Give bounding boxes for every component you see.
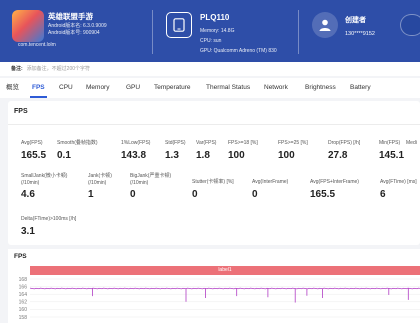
metric-avg-fps-interframe: Avg(FPS+InterFrame) 165.5	[310, 179, 359, 200]
metric-fps-ge-18: FPS>=18 [%] 100	[228, 140, 258, 161]
fps-chart-panel: FPS label1 168 166 164 162 160 158	[8, 249, 420, 323]
tab-gpu[interactable]: GPU	[126, 78, 140, 98]
tab-network[interactable]: Network	[264, 78, 288, 98]
tab-brightness[interactable]: Brightness	[305, 78, 336, 98]
tab-overview[interactable]: 概览	[6, 78, 19, 98]
android-version-code: Android版本号: 900904	[48, 30, 100, 36]
phone-icon	[166, 12, 192, 38]
label-bar[interactable]: label1	[30, 266, 420, 275]
metric-stutter: Stutter(卡顿率) [%] 0	[192, 179, 234, 200]
metric-smooth: Smooth(叠帧指数) 0.1	[57, 140, 98, 161]
metric-small-jank: SmallJank(微小卡顿) (/10min) 4.6	[21, 173, 68, 200]
device-cpu: CPU: sun	[200, 38, 222, 44]
panel-title: FPS	[14, 108, 28, 115]
metric-1pct-low: 1%Low(FPS) 143.8	[121, 140, 151, 161]
y-tick-label: 158	[19, 315, 28, 321]
game-app-icon	[12, 10, 44, 42]
metric-drop: Drop(FPS) [/h] 27.8	[328, 140, 361, 161]
tab-temperature[interactable]: Temperature	[154, 78, 191, 98]
metric-avg-ftime: Avg(FTime) [ms] 6	[380, 179, 417, 200]
device-memory: Memory: 14.8G	[200, 28, 235, 34]
fps-series-line	[29, 287, 420, 290]
tab-cpu[interactable]: CPU	[59, 78, 73, 98]
app-header: 英雄联盟手游 Android版本名: 6.3.0.9009 Android版本号…	[0, 0, 420, 62]
y-tick-label: 164	[19, 292, 28, 298]
y-tick-label: 168	[19, 277, 28, 283]
app-package: com.tencent.lolm	[18, 42, 56, 48]
metric-big-jank: BigJank(严重卡顿) (/10min) 0	[130, 173, 172, 200]
y-tick-label: 162	[19, 300, 28, 306]
header-divider	[298, 10, 299, 54]
header-action-button[interactable]	[400, 14, 420, 36]
metric-min: Min(FPS) 145.1	[379, 140, 405, 161]
metric-var: Var(FPS) 1.8	[196, 140, 217, 161]
metric-avg-fps: Avg(FPS) 165.5	[21, 140, 47, 161]
app-name: 英雄联盟手游	[48, 12, 93, 21]
user-phone: 130****9152	[345, 31, 375, 37]
y-tick-label: 166	[19, 284, 28, 290]
tab-memory[interactable]: Memory	[86, 78, 109, 98]
android-version-name: Android版本名: 6.3.0.9009	[48, 23, 107, 29]
metric-fps-ge-25: FPS>=25 [%] 100	[278, 140, 308, 161]
metric-median: Medi	[406, 140, 417, 146]
remark-label: 备注:	[11, 66, 23, 72]
user-avatar-icon	[312, 12, 338, 38]
device-name: PLQ110	[200, 13, 230, 22]
fps-line-chart[interactable]: 168166 164 162160 158	[8, 275, 420, 323]
user-role: 创建者	[345, 17, 366, 24]
panel-divider	[8, 124, 420, 125]
remark-bar[interactable]: 备注: 添加备注，不超过200个字符	[0, 62, 420, 76]
metric-std: Std(FPS) 1.3	[165, 140, 186, 161]
tab-fps[interactable]: FPS	[30, 78, 47, 98]
tab-battery[interactable]: Battery	[350, 78, 371, 98]
tab-bar: 概览 FPS CPU Memory GPU Temperature Therma…	[0, 78, 420, 98]
fps-stats-panel: FPS Avg(FPS) 165.5 Smooth(叠帧指数) 0.1 1%Low(…	[8, 101, 420, 245]
chart-title: FPS	[14, 253, 27, 260]
y-tick-label: 160	[19, 307, 28, 313]
metric-avg-interframe: Avg(InterFrame) 0	[252, 179, 289, 200]
header-divider	[152, 10, 153, 54]
metric-jank: Jank(卡顿) (/10min) 1	[88, 173, 112, 200]
tab-thermal-status[interactable]: Thermal Status	[206, 78, 250, 98]
remark-input[interactable]: 添加备注，不超过200个字符	[27, 66, 90, 72]
device-gpu: GPU: Qualcomm Adreno (TM) 830	[200, 48, 277, 54]
metric-delta-ftime: Delta(FTime)>100ms [/h] 3.1	[21, 216, 77, 237]
